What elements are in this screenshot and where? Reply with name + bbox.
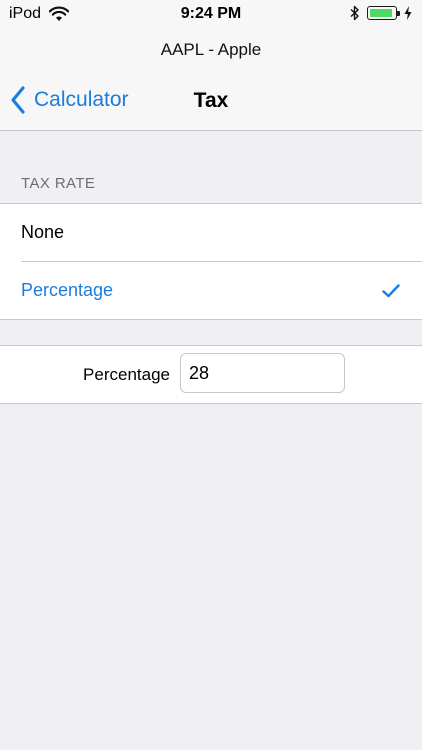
percentage-input[interactable] xyxy=(180,353,345,393)
battery-nub xyxy=(397,11,400,16)
percentage-field-label: Percentage xyxy=(83,365,170,384)
option-none-label: None xyxy=(21,222,65,242)
battery-fill xyxy=(370,9,392,17)
option-percentage[interactable]: Percentage xyxy=(0,262,422,319)
bluetooth-icon xyxy=(350,5,359,21)
charging-bolt-icon xyxy=(404,6,412,20)
status-bar: iPod 9:24 PM xyxy=(0,0,422,30)
navigation-bar: Calculator Tax xyxy=(0,80,422,124)
top-bar: iPod 9:24 PM AAPL - Apple Calculator Tax xyxy=(0,0,422,131)
section-header-tax-rate: TAX RATE xyxy=(21,175,96,192)
option-percentage-label: Percentage xyxy=(21,280,114,300)
battery-icon xyxy=(367,6,400,20)
status-right xyxy=(350,5,412,21)
option-none[interactable]: None xyxy=(0,204,422,261)
screen-subtitle: AAPL - Apple xyxy=(160,40,262,59)
tax-rate-options: None Percentage xyxy=(0,203,422,320)
percentage-row: Percentage xyxy=(0,345,422,404)
checkmark-icon xyxy=(382,284,400,298)
page-title: Tax xyxy=(193,89,229,112)
